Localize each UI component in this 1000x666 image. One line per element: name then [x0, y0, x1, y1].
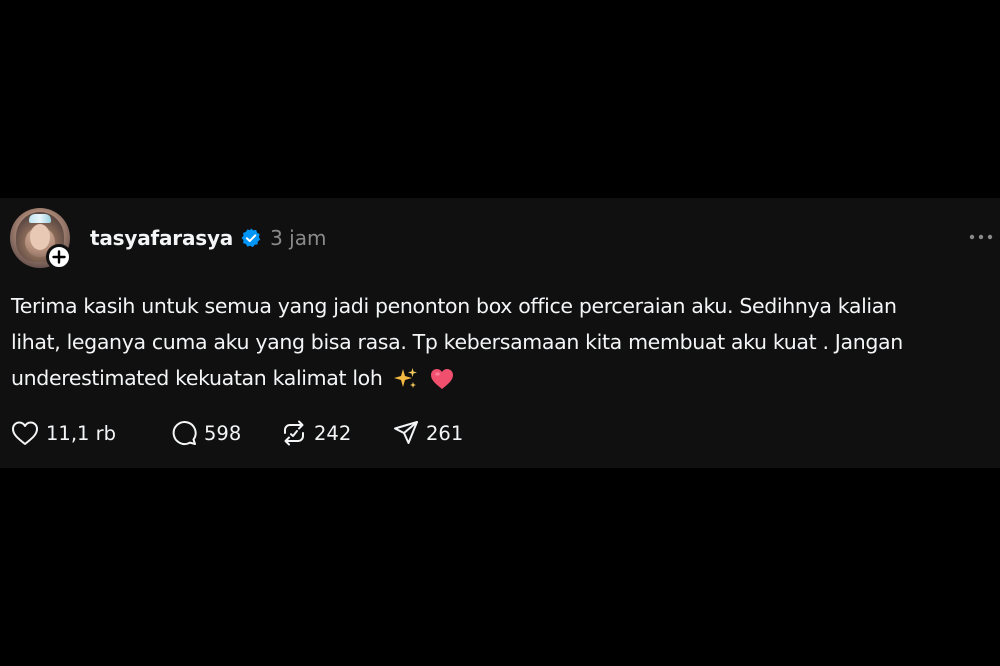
repost-count: 242	[314, 421, 352, 445]
reply-button[interactable]: 598	[170, 419, 280, 447]
post-text: Terima kasih untuk semua yang jadi penon…	[11, 288, 989, 396]
heart-icon	[429, 366, 455, 392]
post-timestamp[interactable]: 3 jam	[270, 226, 326, 250]
like-button[interactable]: 11,1 rb	[10, 419, 170, 447]
more-options-button[interactable]	[968, 224, 994, 250]
post-text-line: underestimated kekuatan kalimat loh	[11, 366, 383, 390]
repost-icon	[284, 420, 304, 446]
reply-count: 598	[204, 421, 242, 445]
plus-icon	[52, 250, 66, 264]
verified-badge-icon	[240, 227, 262, 249]
send-icon	[394, 421, 418, 444]
post-text-line-last: underestimated kekuatan kalimat loh	[11, 360, 989, 396]
thread-post: tasyafarasya 3 jam Terima kasih untuk se…	[0, 198, 1000, 468]
post-text-line: Terima kasih untuk semua yang jadi penon…	[11, 294, 897, 318]
avatar-container[interactable]	[10, 208, 72, 270]
like-count: 11,1 rb	[46, 421, 117, 445]
repost-button[interactable]: 242	[280, 419, 392, 447]
sparkles-icon	[393, 366, 419, 392]
follow-plus-button[interactable]	[46, 244, 72, 270]
post-header: tasyafarasya 3 jam	[90, 220, 326, 256]
heart-outline-icon	[12, 421, 38, 445]
avatar-crown	[29, 214, 51, 223]
more-horizontal-icon	[969, 234, 993, 240]
post-text-line: lihat, leganya cuma aku yang bisa rasa. …	[11, 330, 903, 354]
avatar-face	[30, 224, 50, 250]
username[interactable]: tasyafarasya	[90, 226, 233, 250]
share-button[interactable]: 261	[392, 419, 472, 447]
share-count: 261	[426, 421, 464, 445]
comment-icon	[172, 421, 197, 445]
post-actions: 11,1 rb 598 242 261	[10, 418, 472, 448]
